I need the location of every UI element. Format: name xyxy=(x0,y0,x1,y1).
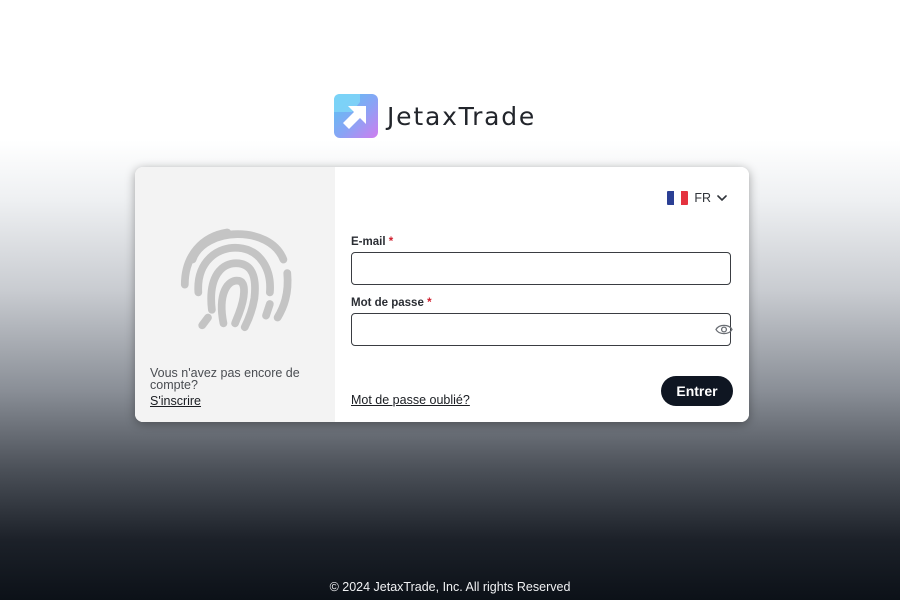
login-button[interactable]: Entrer xyxy=(661,376,733,406)
language-selector[interactable]: FR xyxy=(667,191,727,205)
signup-link[interactable]: S'inscrire xyxy=(150,394,201,408)
eye-icon[interactable] xyxy=(715,323,733,336)
left-panel: Vous n'avez pas encore de compte? S'insc… xyxy=(135,167,335,422)
fingerprint-icon xyxy=(180,228,292,332)
language-code: FR xyxy=(694,191,711,205)
forgot-password-link[interactable]: Mot de passe oublié? xyxy=(351,393,470,407)
password-required-mark: * xyxy=(427,297,432,309)
email-label: E-mail * xyxy=(351,236,393,248)
brand-name: JetaxTrade xyxy=(387,101,537,131)
brand-logo: JetaxTrade xyxy=(334,94,536,138)
login-card: Vous n'avez pas encore de compte? S'insc… xyxy=(135,167,749,422)
right-panel: FR E-mail * Mot de passe * Mot de passe … xyxy=(335,167,749,422)
chevron-down-icon xyxy=(717,195,727,202)
email-required-mark: * xyxy=(388,236,394,248)
email-label-text: E-mail xyxy=(351,236,386,248)
email-field[interactable] xyxy=(351,252,731,285)
password-label: Mot de passe * xyxy=(351,297,432,309)
france-flag-icon xyxy=(667,191,689,205)
password-label-text: Mot de passe xyxy=(351,297,424,309)
password-field[interactable] xyxy=(351,313,731,346)
arrow-up-right-icon xyxy=(334,94,378,138)
signup-prompt: Vous n'avez pas encore de compte? xyxy=(150,366,300,392)
footer-copyright: © 2024 JetaxTrade, Inc. All rights Reser… xyxy=(329,580,571,594)
